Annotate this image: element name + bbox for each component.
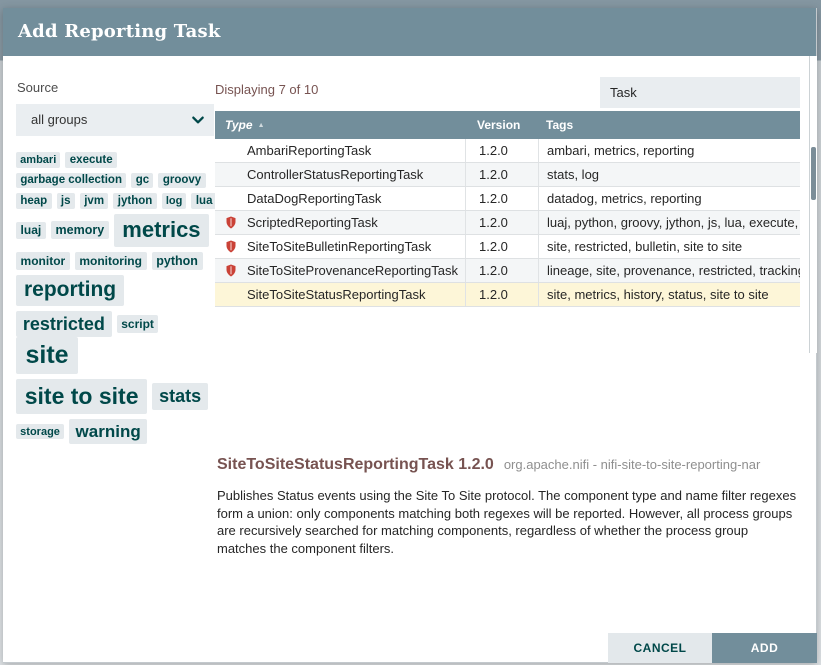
cancel-button[interactable]: CANCEL	[608, 633, 712, 663]
tag-storage[interactable]: storage	[16, 424, 64, 440]
table-row[interactable]: SiteToSiteStatusReportingTask1.2.0site, …	[215, 283, 800, 307]
chevron-down-icon	[191, 113, 205, 127]
tag-row: monitor monitoring python	[16, 252, 218, 270]
table-header: Type▲ Version Tags	[215, 111, 800, 139]
displaying-count: Displaying 7 of 10	[215, 82, 318, 97]
tag-python[interactable]: python	[152, 252, 203, 270]
tag-execute[interactable]: execute	[65, 152, 117, 168]
tag-restricted[interactable]: restricted	[16, 311, 112, 338]
tag-stats[interactable]: stats	[152, 383, 208, 410]
tag-log[interactable]: log	[162, 193, 187, 209]
tag-jython[interactable]: jython	[113, 193, 156, 209]
tag-metrics[interactable]: metrics	[114, 214, 209, 247]
scrollbar-thumb[interactable]	[811, 147, 816, 200]
tag-warning[interactable]: warning	[69, 419, 147, 444]
selected-task-title: SiteToSiteStatusReportingTask 1.2.0	[217, 456, 494, 473]
group-filter-value: all groups	[31, 104, 87, 136]
column-header-type[interactable]: Type▲	[215, 118, 465, 132]
cell-type: AmbariReportingTask	[215, 139, 465, 162]
selected-task-details: SiteToSiteStatusReportingTask 1.2.0 org.a…	[217, 456, 803, 557]
cell-type: ControllerStatusReportingTask	[215, 163, 465, 186]
sort-ascending-icon: ▲	[258, 122, 265, 129]
cell-version: 1.2.0	[465, 187, 538, 210]
cell-type: ScriptedReportingTask	[215, 211, 465, 234]
cell-tags: lineage, site, provenance, restricted, t…	[538, 259, 800, 282]
tag-row: site to sitestats	[16, 379, 218, 413]
column-header-version[interactable]: Version	[465, 118, 538, 132]
tag-row: heapjsjvmjython loglua	[16, 193, 218, 209]
table-row[interactable]: AmbariReportingTask1.2.0ambari, metrics,…	[215, 139, 800, 163]
tag-groovy[interactable]: groovy	[158, 173, 205, 189]
table-row[interactable]: SiteToSiteProvenanceReportingTask1.2.0li…	[215, 259, 800, 283]
restricted-shield-icon	[225, 216, 237, 229]
tag-row: reporting	[16, 275, 218, 306]
table-row[interactable]: DataDogReportingTask1.2.0datadog, metric…	[215, 187, 800, 211]
tag-row: luaj memory metrics	[16, 214, 218, 247]
cell-version: 1.2.0	[465, 139, 538, 162]
cell-type: SiteToSiteStatusReportingTask	[215, 283, 465, 306]
tag-reporting[interactable]: reporting	[16, 275, 124, 306]
table-body: AmbariReportingTask1.2.0ambari, metrics,…	[215, 139, 800, 307]
cell-version: 1.2.0	[465, 259, 538, 282]
column-header-tags[interactable]: Tags	[538, 118, 800, 132]
cell-version: 1.2.0	[465, 163, 538, 186]
group-filter-combo[interactable]: all groups	[16, 104, 214, 136]
tag-jvm[interactable]: jvm	[80, 193, 109, 209]
cell-tags: site, restricted, bulletin, site to site	[538, 235, 800, 258]
dialog-header: Add Reporting Task	[3, 8, 816, 56]
dialog-title: Add Reporting Task	[18, 8, 221, 56]
cell-type: DataDogReportingTask	[215, 187, 465, 210]
cell-tags: site, metrics, history, status, site to …	[538, 283, 800, 306]
tag-row: restricted script site	[16, 311, 218, 375]
reporting-task-table: Type▲ Version Tags AmbariReportingTask1.…	[215, 111, 800, 307]
tag-garbage-collection[interactable]: garbage collection	[16, 173, 126, 189]
tag-row: storage warning	[16, 419, 218, 444]
tag-cloud: ambari execute garbage collection gc groovy h…	[16, 152, 218, 449]
cell-type: SiteToSiteBulletinReportingTask	[215, 235, 465, 258]
tag-memory[interactable]: memory	[51, 221, 109, 239]
table-row[interactable]: ScriptedReportingTask1.2.0luaj, python, …	[215, 211, 800, 235]
add-reporting-task-dialog: Add Reporting Task Source all groups amb…	[3, 8, 817, 663]
cell-tags: luaj, python, groovy, jython, js, lua, e…	[538, 211, 800, 234]
cell-version: 1.2.0	[465, 211, 538, 234]
tag-site-to-site[interactable]: site to site	[16, 379, 147, 413]
selected-task-bundle: org.apache.nifi - nifi-site-to-site-repo…	[504, 457, 761, 472]
tag-row: garbage collection gc groovy	[16, 173, 218, 189]
restricted-shield-icon	[225, 240, 237, 253]
tag-script[interactable]: script	[117, 315, 159, 333]
tag-lua[interactable]: lua	[191, 193, 216, 209]
tag-ambari[interactable]: ambari	[16, 152, 60, 168]
tag-monitoring[interactable]: monitoring	[75, 252, 147, 270]
type-filter-input[interactable]	[600, 77, 800, 108]
cell-tags: stats, log	[538, 163, 800, 186]
vertical-scrollbar[interactable]	[809, 56, 817, 353]
tag-gc[interactable]: gc	[131, 173, 153, 189]
tag-js[interactable]: js	[57, 193, 75, 209]
table-row[interactable]: SiteToSiteBulletinReportingTask1.2.0site…	[215, 235, 800, 259]
source-label: Source	[17, 80, 58, 95]
add-button[interactable]: ADD	[712, 633, 817, 663]
cell-version: 1.2.0	[465, 235, 538, 258]
restricted-shield-icon	[225, 264, 237, 277]
selected-task-description: Publishes Status events using the Site T…	[217, 487, 797, 557]
tag-luaj[interactable]: luaj	[16, 222, 46, 240]
cell-tags: ambari, metrics, reporting	[538, 139, 800, 162]
cell-tags: datadog, metrics, reporting	[538, 187, 800, 210]
cell-type: SiteToSiteProvenanceReportingTask	[215, 259, 465, 282]
tag-monitor[interactable]: monitor	[16, 252, 70, 270]
tag-site[interactable]: site	[16, 337, 78, 374]
tag-row: ambari execute	[16, 152, 218, 168]
tag-heap[interactable]: heap	[16, 193, 52, 209]
table-row[interactable]: ControllerStatusReportingTask1.2.0stats,…	[215, 163, 800, 187]
cell-version: 1.2.0	[465, 283, 538, 306]
